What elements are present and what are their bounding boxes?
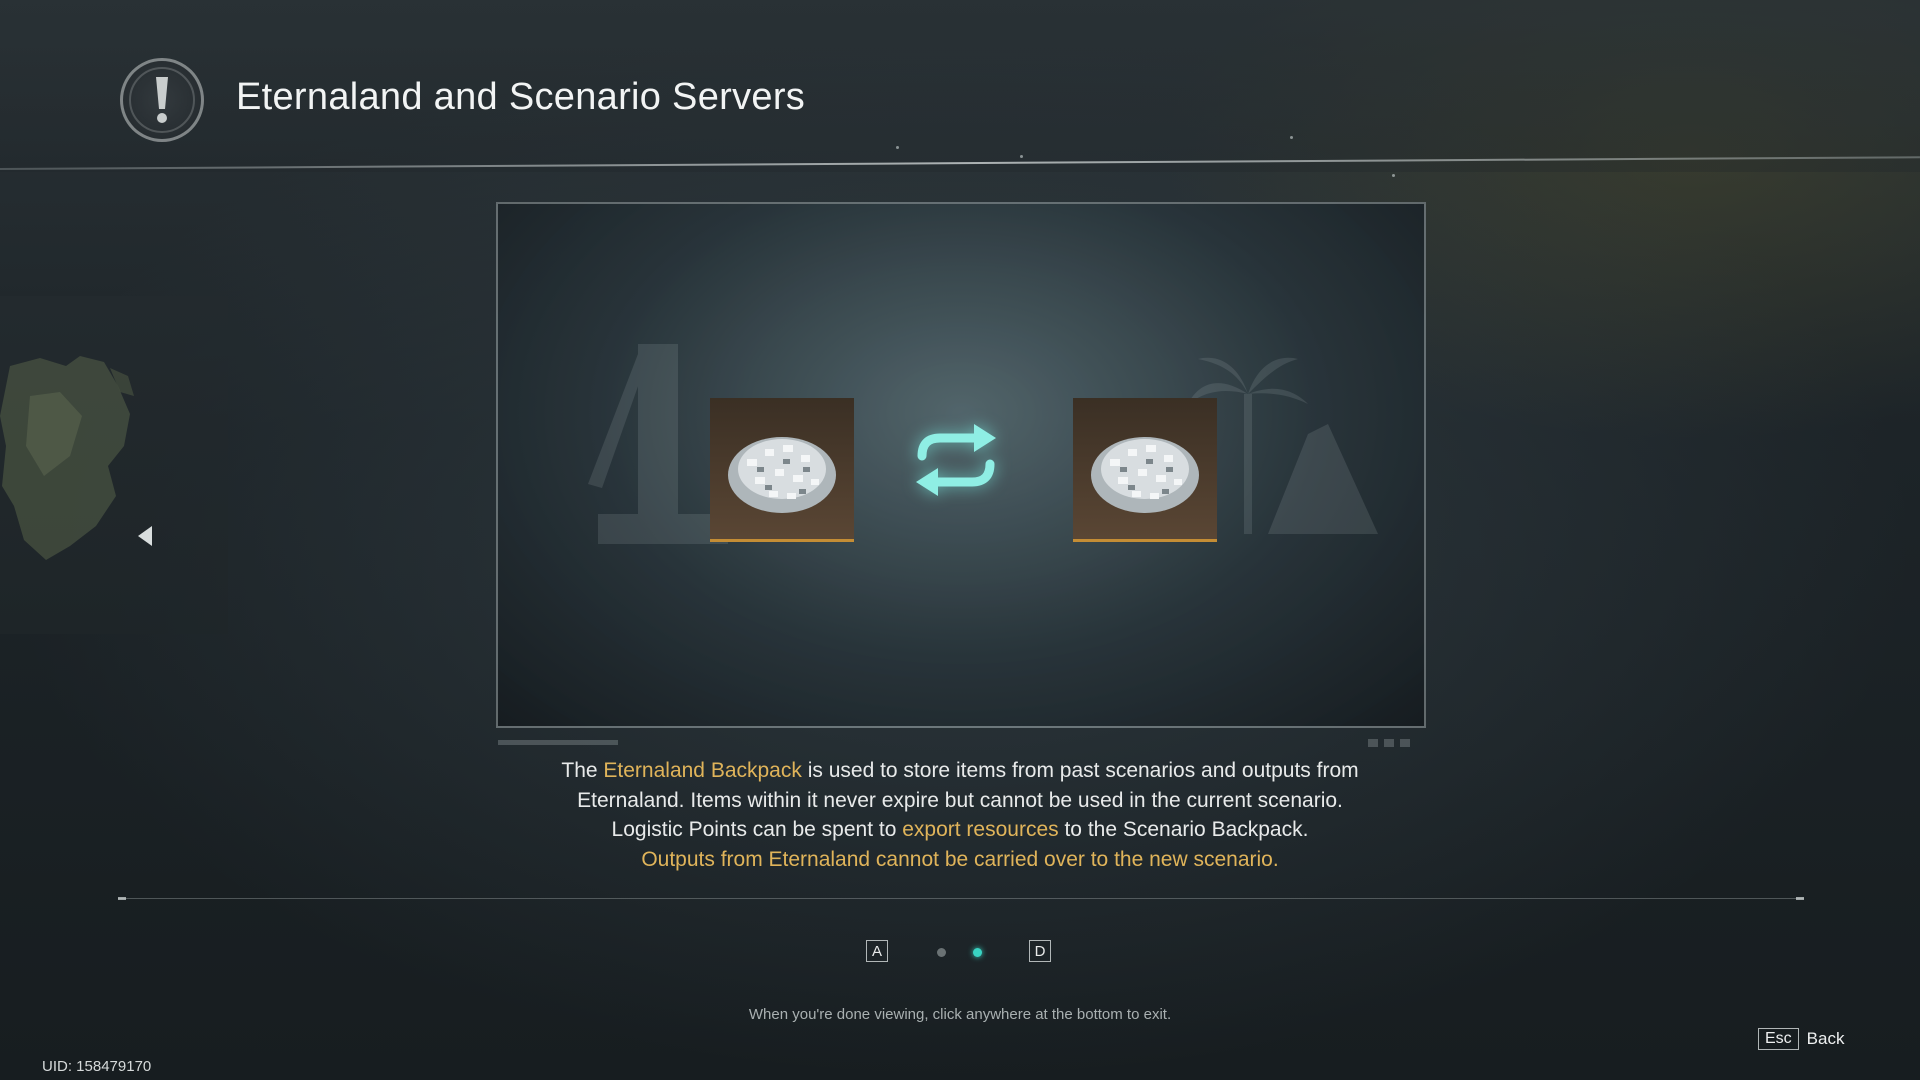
- description-text: Logistic Points can be spent to: [611, 818, 903, 841]
- export-resources-highlight: export resources: [902, 818, 1059, 841]
- description-line-4-warning: Outputs from Eternaland cannot be carrie…: [641, 847, 1279, 871]
- description-text: to the Scenario Backpack.: [1058, 818, 1309, 841]
- description-line-3: Logistic Points can be spent to export r…: [460, 815, 1460, 845]
- silver-ore-pile-icon: [728, 436, 836, 513]
- description-line-1: The Eternaland Backpack is used to store…: [460, 756, 1460, 786]
- description-line-2: Eternaland. Items within it never expire…: [577, 788, 1343, 812]
- background-speck: [896, 146, 899, 149]
- description-text: is used to store items from past scenari…: [801, 759, 1359, 782]
- back-label: Back: [1806, 1029, 1845, 1048]
- background-speck: [1290, 136, 1293, 139]
- previous-page-preview[interactable]: [0, 296, 228, 634]
- page-navigator: A D: [866, 940, 1052, 966]
- tutorial-screen: Eternaland and Scenario Servers The Eter…: [0, 0, 1920, 1080]
- tutorial-illustration: [496, 202, 1426, 728]
- exclamation-icon: [120, 58, 204, 142]
- previous-page-arrow-icon[interactable]: [138, 526, 152, 546]
- swap-arrows-icon: [916, 424, 996, 496]
- esc-key-icon: Esc: [1758, 1028, 1799, 1050]
- exit-hint[interactable]: When you're done viewing, click anywhere…: [0, 1006, 1920, 1023]
- scenario-item-slot: [1073, 398, 1217, 542]
- island-map-thumbnail: [0, 356, 134, 560]
- footer-divider: [118, 897, 1804, 900]
- eternaland-item-slot: [710, 398, 854, 542]
- description-text: The: [561, 759, 604, 782]
- page-dot-1[interactable]: [937, 948, 946, 957]
- page-dot-2-active[interactable]: [973, 948, 982, 957]
- eternaland-backpack-highlight: Eternaland Backpack: [603, 759, 802, 782]
- back-button[interactable]: Esc Back: [1758, 1026, 1844, 1052]
- user-id: UID: 158479170: [42, 1058, 152, 1075]
- silver-ore-pile-icon: [1091, 436, 1199, 513]
- prev-page-key-button[interactable]: A: [866, 940, 888, 962]
- background-speck: [1392, 174, 1395, 177]
- tutorial-description: The Eternaland Backpack is used to store…: [460, 756, 1460, 874]
- decorative-caption-strip: [498, 739, 1410, 747]
- background-speck: [1020, 155, 1023, 158]
- page-title: Eternaland and Scenario Servers: [236, 76, 806, 118]
- next-page-key-button[interactable]: D: [1029, 940, 1051, 962]
